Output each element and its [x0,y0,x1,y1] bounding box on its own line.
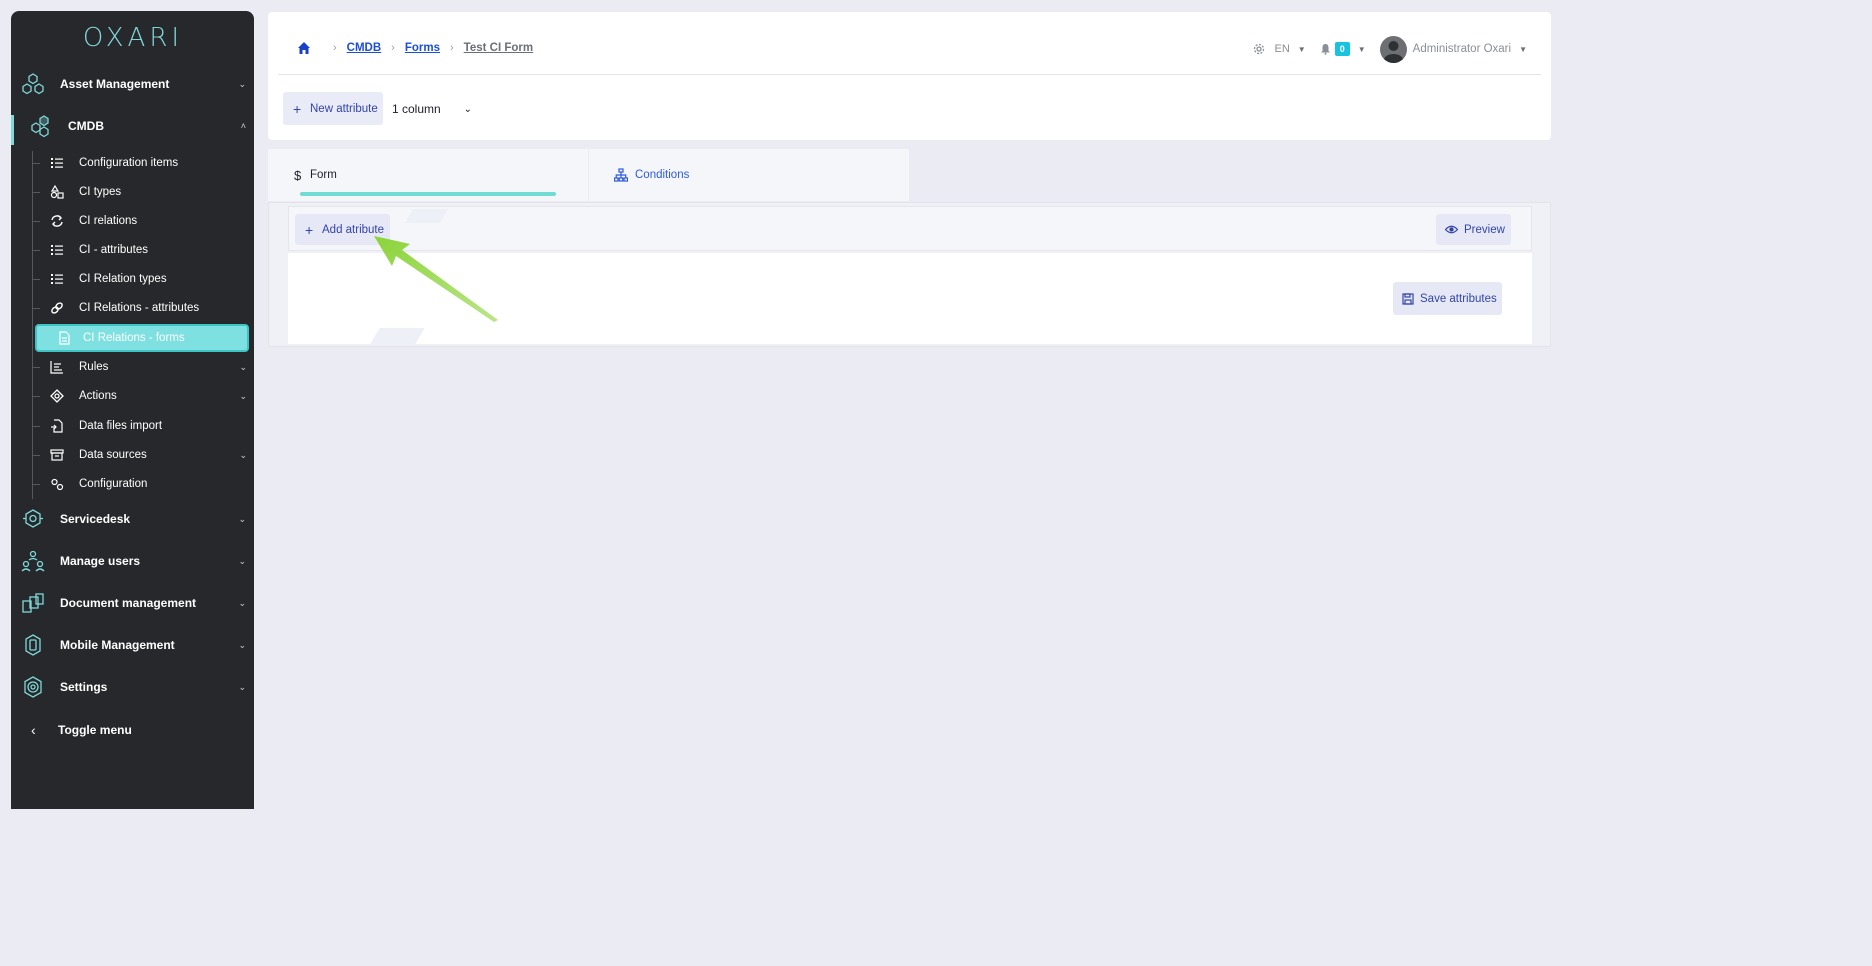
sidebar-item-data-sources[interactable]: Data sources ⌄ [32,442,249,468]
dollar-icon: $ [294,167,302,183]
preview-button[interactable]: Preview [1436,214,1511,245]
breadcrumb: › CMDB › Forms › Test CI Form [297,40,533,56]
sidebar-section-manage-users[interactable]: Manage users ⌄ [11,545,254,577]
link-icon [51,302,63,314]
sitemap-icon [614,168,628,182]
plus-icon: + [293,100,302,117]
shapes-icon [50,185,64,199]
sidebar-item-ci-relations[interactable]: CI relations [32,208,249,234]
plus-icon: + [305,221,314,238]
save-attributes-button[interactable]: Save attributes [1393,282,1502,315]
document-management-icon [22,593,44,613]
sidebar: OXARI Asset Management ⌄ CMDB ˄ Configur… [11,11,254,809]
settings-icon [24,676,42,698]
sidebar-item-configuration-items[interactable]: Configuration items [32,150,249,176]
header-actions: EN ▼ 0 ▼ Administrator Oxari ▼ [1253,35,1527,63]
chart-icon [50,361,63,374]
file-icon [59,331,70,345]
oxari-logo[interactable]: OXARI [73,23,193,53]
breadcrumb-forms[interactable]: Forms [405,42,440,54]
target-icon [50,389,64,403]
breadcrumb-cmdb[interactable]: CMDB [347,42,382,54]
new-attribute-button[interactable]: + New attribute [283,92,383,125]
list-icon [51,158,63,168]
sidebar-section-settings[interactable]: Settings ⌄ [11,671,254,703]
chevron-down-icon: ⌄ [463,103,472,115]
chevron-down-icon: ⌄ [239,361,247,372]
asset-management-icon [22,73,44,95]
chevron-down-icon: ⌄ [238,78,246,89]
cogs-icon [51,478,64,491]
chevron-left-icon: ‹ [31,722,36,738]
chevron-down-icon: ⌄ [238,555,246,566]
chevron-down-icon: ⌄ [239,390,247,401]
chevron-down-icon: ⌄ [238,513,246,524]
chevron-down-icon: ⌄ [238,597,246,608]
sidebar-item-ci-relations-forms[interactable]: CI Relations - forms [35,324,249,352]
caret-down-icon[interactable]: ▼ [1358,45,1366,54]
sync-icon [51,215,63,227]
bell-icon[interactable] [1320,43,1331,55]
sidebar-section-document-management[interactable]: Document management ⌄ [11,587,254,619]
chevron-down-icon: ⌄ [238,639,246,650]
sidebar-item-data-files-import[interactable]: Data files import [32,413,249,439]
tree-line [32,151,33,499]
sidebar-item-actions[interactable]: Actions ⌄ [32,383,249,409]
mobile-management-icon [25,634,41,656]
sidebar-item-ci-types[interactable]: CI types [32,179,249,205]
save-icon [1402,292,1414,305]
caret-down-icon[interactable]: ▼ [1519,45,1527,54]
sidebar-item-ci-attributes[interactable]: CI - attributes [32,237,249,263]
language-selector[interactable]: EN [1275,43,1290,55]
chevron-up-icon: ˄ [240,121,246,131]
list-icon [51,245,63,255]
caret-down-icon[interactable]: ▼ [1298,45,1306,54]
box-icon [50,449,64,461]
eye-icon [1445,225,1458,234]
sidebar-item-rules[interactable]: Rules ⌄ [32,354,249,380]
user-name[interactable]: Administrator Oxari [1413,43,1511,55]
chevron-down-icon: ⌄ [239,449,247,460]
toggle-menu-button[interactable]: ‹ Toggle menu [11,717,254,743]
annotation-arrow-icon [374,236,498,322]
tab-conditions[interactable]: Conditions [589,149,909,201]
columns-select[interactable]: 1 column ⌄ [392,99,472,119]
breadcrumb-current[interactable]: Test CI Form [464,42,533,54]
list-icon [51,274,63,284]
sidebar-item-configuration[interactable]: Configuration [32,471,249,497]
servicedesk-icon [23,509,43,528]
sidebar-section-asset-management[interactable]: Asset Management ⌄ [11,68,254,100]
notification-badge[interactable]: 0 [1334,42,1350,56]
sidebar-section-mobile-management[interactable]: Mobile Management ⌄ [11,629,254,661]
sidebar-section-cmdb[interactable]: CMDB ˄ [11,110,254,142]
sidebar-item-ci-relations-attributes[interactable]: CI Relations - attributes [32,295,249,321]
cmdb-icon [31,115,49,138]
active-tab-indicator [300,192,556,196]
header-card: › CMDB › Forms › Test CI Form EN ▼ 0 ▼ A… [268,12,1551,140]
avatar[interactable] [1379,35,1407,63]
home-icon[interactable] [297,41,311,55]
sidebar-item-ci-relation-types[interactable]: CI Relation types [32,266,249,292]
file-import-icon [51,419,63,433]
gear-icon[interactable] [1253,43,1265,55]
chevron-down-icon: ⌄ [238,681,246,692]
sidebar-section-servicedesk[interactable]: Servicedesk ⌄ [11,503,254,535]
manage-users-icon [21,550,45,572]
